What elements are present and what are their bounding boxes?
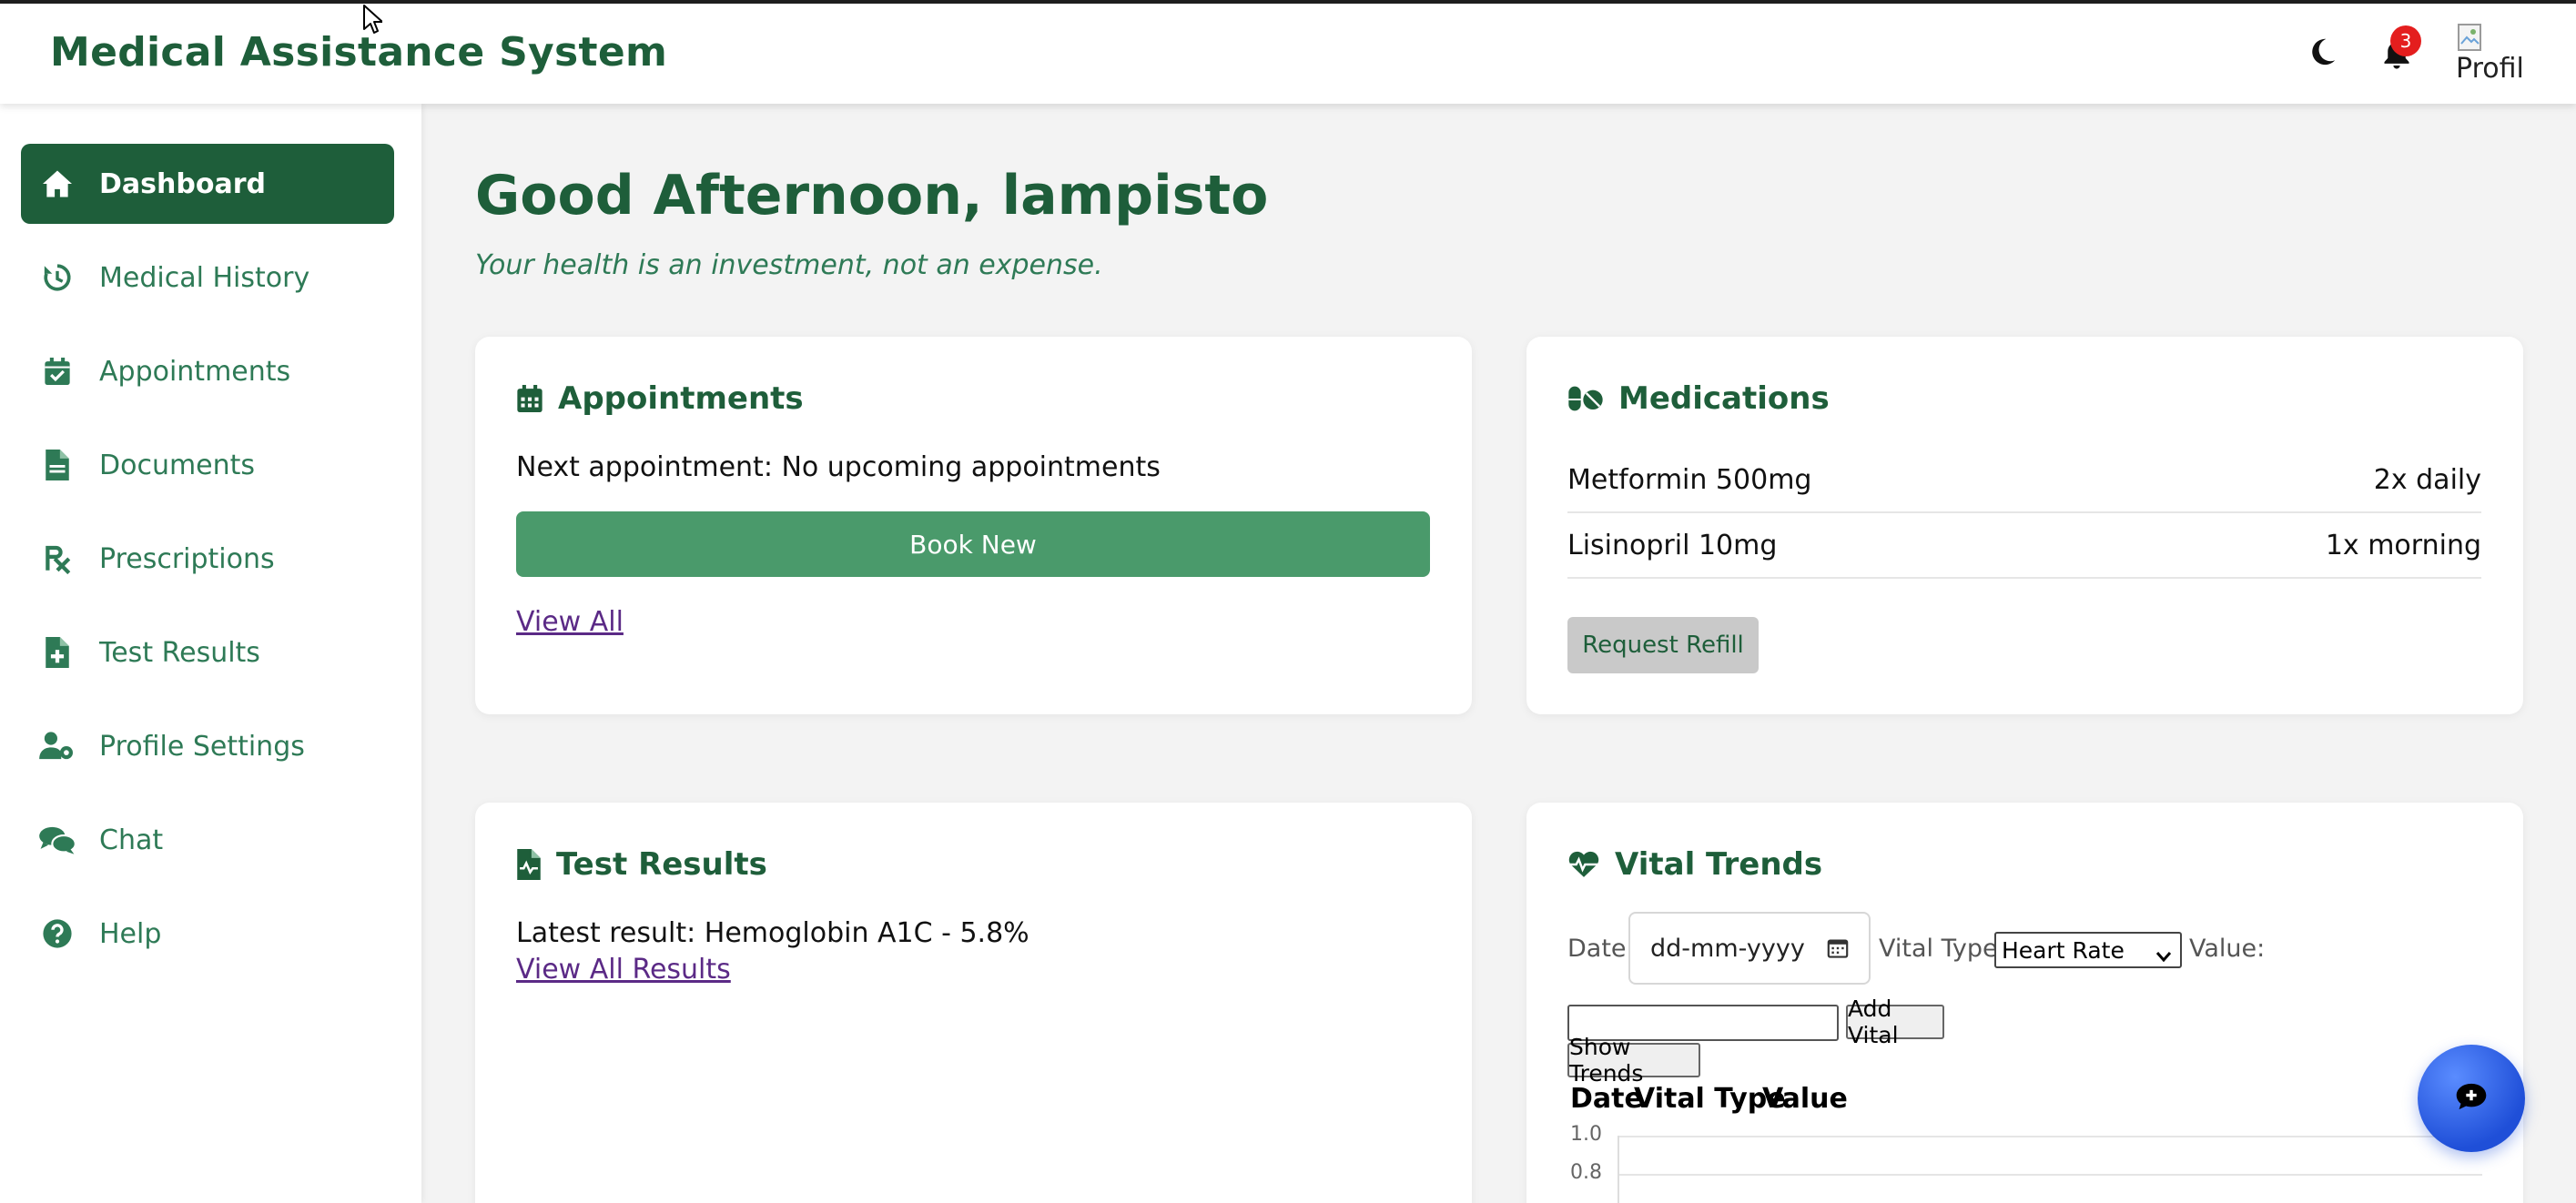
card-title-text: Medications [1618, 380, 1830, 417]
table-header-date: Date [1570, 1083, 1643, 1115]
medication-row: Lisinopril 10mg 1x morning [1567, 513, 2481, 579]
chat-bubbles-icon [39, 822, 76, 858]
sidebar: Dashboard Medical History Appointments D… [0, 104, 421, 1203]
page-tagline: Your health is an investment, not an exp… [475, 249, 1103, 281]
medication-name: Lisinopril 10mg [1567, 529, 1778, 561]
sidebar-item-medical-history[interactable]: Medical History [21, 238, 394, 318]
vital-trends-card: Vital Trends Date: dd-mm-yyyy Vital Type… [1526, 803, 2523, 1203]
sidebar-item-label: Help [99, 917, 162, 950]
sidebar-item-label: Test Results [99, 636, 260, 669]
vital-date-input[interactable]: dd-mm-yyyy [1628, 912, 1871, 985]
medication-name: Metformin 500mg [1567, 463, 1812, 496]
sidebar-item-appointments[interactable]: Appointments [21, 331, 394, 411]
sidebar-item-label: Profile Settings [99, 730, 305, 763]
appointments-card: Appointments Next appointment: No upcomi… [475, 337, 1472, 714]
chart-gridline [1618, 1174, 2482, 1176]
sidebar-item-label: Chat [99, 824, 164, 856]
date-placeholder: dd-mm-yyyy [1650, 934, 1805, 963]
sidebar-item-test-results[interactable]: Test Results [21, 612, 394, 692]
file-waveform-icon [516, 849, 542, 880]
page-greeting: Good Afternoon, lampisto [475, 164, 1269, 227]
table-header-value: Value [1762, 1083, 1848, 1115]
test-results-card: Test Results Latest result: Hemoglobin A… [475, 803, 1472, 1203]
date-label: Date: [1567, 935, 1635, 963]
medications-card-title: Medications [1567, 380, 1830, 417]
test-results-card-title: Test Results [516, 846, 767, 883]
sidebar-item-label: Prescriptions [99, 542, 275, 575]
notification-count-badge: 3 [2390, 25, 2421, 56]
history-icon [39, 259, 76, 296]
sidebar-item-label: Appointments [99, 355, 291, 388]
medication-row: Metformin 500mg 2x daily [1567, 448, 2481, 513]
avatar-alt-text: Profile [2456, 53, 2525, 84]
app-title: Medical Assistance System [50, 29, 668, 76]
dark-mode-toggle-icon[interactable] [2307, 36, 2338, 71]
broken-image-icon [2458, 24, 2481, 51]
request-refill-button[interactable]: Request Refill [1567, 617, 1759, 673]
heart-pulse-icon [1567, 850, 1600, 879]
sidebar-item-help[interactable]: Help [21, 894, 394, 974]
home-icon [39, 166, 76, 202]
sidebar-item-profile-settings[interactable]: Profile Settings [21, 706, 394, 786]
chat-plus-icon [2454, 1081, 2489, 1116]
sidebar-item-label: Dashboard [99, 167, 266, 200]
sidebar-item-documents[interactable]: Documents [21, 425, 394, 505]
user-gear-icon [39, 728, 76, 764]
view-all-results-link[interactable]: View All Results [516, 954, 731, 986]
appointments-card-title: Appointments [516, 380, 804, 417]
calendar-picker-icon[interactable] [1827, 937, 1849, 965]
prescription-icon [39, 541, 76, 577]
file-medical-icon [39, 634, 76, 671]
vital-type-label: Vital Type: [1879, 935, 2006, 963]
latest-result-text: Latest result: Hemoglobin A1C - 5.8% [516, 917, 1029, 949]
next-appointment-text: Next appointment: No upcoming appointmen… [516, 451, 1161, 483]
medication-schedule: 1x morning [2325, 529, 2481, 561]
help-circle-icon [39, 915, 76, 952]
book-new-button[interactable]: Book New [516, 511, 1430, 577]
card-title-text: Test Results [556, 846, 767, 883]
card-title-text: Appointments [558, 380, 804, 417]
y-tick-label: 0.8 [1570, 1161, 1602, 1184]
view-all-appointments-link[interactable]: View All [516, 606, 624, 638]
medication-schedule: 2x daily [2373, 463, 2481, 496]
chat-fab-button[interactable] [2418, 1045, 2525, 1152]
profile-avatar[interactable]: Profile [2452, 22, 2525, 84]
document-icon [39, 447, 76, 483]
show-trends-button[interactable]: Show Trends [1567, 1034, 1700, 1087]
medications-card: Medications Metformin 500mg 2x daily Lis… [1526, 337, 2523, 714]
app-header: Medical Assistance System 3 Profile [0, 4, 2576, 104]
sidebar-item-dashboard[interactable]: Dashboard [21, 144, 394, 224]
vital-trends-card-title: Vital Trends [1567, 846, 1822, 883]
select-value: Heart Rate [2002, 936, 2125, 964]
sidebar-item-label: Documents [99, 449, 256, 481]
value-label: Value: [2189, 935, 2266, 963]
sidebar-item-label: Medical History [99, 261, 310, 294]
chart-y-axis [1618, 1136, 1619, 1203]
card-title-text: Vital Trends [1615, 846, 1823, 883]
y-tick-label: 1.0 [1570, 1123, 1602, 1146]
calendar-check-icon [39, 353, 76, 389]
chevron-down-icon [2155, 943, 2173, 969]
vital-type-select[interactable]: Heart Rate [1994, 932, 2182, 968]
chart-gridline [1618, 1136, 2482, 1137]
sidebar-item-chat[interactable]: Chat [21, 800, 394, 880]
add-vital-button[interactable]: Add Vital [1846, 996, 1944, 1048]
sidebar-item-prescriptions[interactable]: Prescriptions [21, 519, 394, 599]
calendar-icon [516, 383, 543, 414]
pills-icon [1567, 384, 1604, 413]
mouse-cursor-icon [362, 4, 383, 38]
